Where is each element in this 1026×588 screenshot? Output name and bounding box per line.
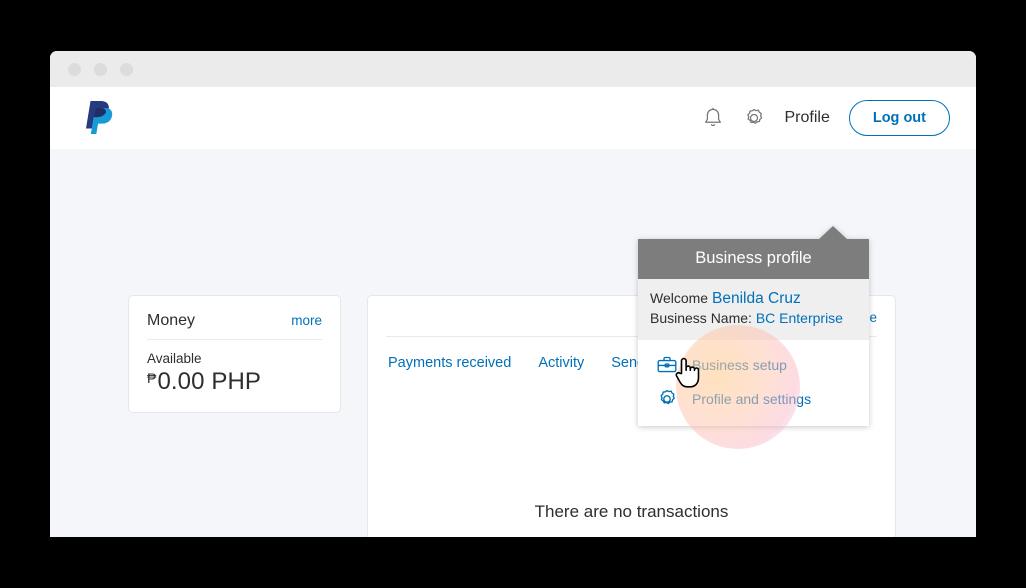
business-profile-dropdown: Business profile Welcome Benilda Cruz Bu… xyxy=(638,226,869,426)
available-balance-label: Available xyxy=(147,351,202,366)
dropdown-caret-icon xyxy=(818,226,848,240)
site-header: Profile Log out xyxy=(50,87,976,149)
paypal-logo-icon[interactable] xyxy=(80,98,114,138)
profile-menu-label[interactable]: Profile xyxy=(784,109,829,127)
window-minimize-dot[interactable] xyxy=(94,62,107,76)
welcome-prefix: Welcome xyxy=(650,290,709,306)
menu-item-profile-and-settings[interactable]: Profile and settings xyxy=(638,382,869,416)
logout-button[interactable]: Log out xyxy=(848,99,950,137)
window-maximize-dot[interactable] xyxy=(120,62,133,76)
window-close-dot[interactable] xyxy=(68,62,81,76)
dropdown-user-info: Welcome Benilda Cruz Business Name: BC E… xyxy=(638,279,869,340)
gear-icon xyxy=(656,388,678,410)
page-body: Money more Available ₱0.00 PHP e Payment… xyxy=(50,149,976,537)
balance-value: 0.00 PHP xyxy=(157,368,261,395)
money-card-header: Money more xyxy=(147,312,322,340)
business-name-label: Business Name: xyxy=(650,310,752,327)
menu-item-business-setup[interactable]: Business setup xyxy=(638,348,869,382)
welcome-user-name[interactable]: Benilda Cruz xyxy=(712,290,801,307)
menu-item-business-setup-label: Business setup xyxy=(692,356,787,373)
tab-payments-received[interactable]: Payments received xyxy=(388,355,511,371)
briefcase-icon xyxy=(656,354,678,376)
business-name-value[interactable]: BC Enterprise xyxy=(756,310,843,326)
dropdown-menu: Business setup Profile and settings xyxy=(638,339,869,426)
transactions-more-link[interactable]: e xyxy=(869,310,877,325)
bell-icon[interactable] xyxy=(700,105,726,131)
business-name-line: Business Name: BC Enterprise xyxy=(650,309,857,328)
available-balance-amount: ₱0.00 PHP xyxy=(147,368,322,396)
money-more-link[interactable]: more xyxy=(291,313,322,328)
gear-icon[interactable] xyxy=(741,105,767,131)
browser-window: Profile Log out Money more Available ₱0.… xyxy=(50,51,976,537)
dropdown-title: Business profile xyxy=(638,239,869,279)
currency-symbol: ₱ xyxy=(147,370,157,386)
welcome-line: Welcome Benilda Cruz xyxy=(650,288,857,309)
tab-activity[interactable]: Activity xyxy=(538,355,584,371)
header-actions: Profile Log out xyxy=(700,99,950,137)
window-titlebar xyxy=(50,51,976,87)
menu-item-profile-and-settings-label: Profile and settings xyxy=(692,390,812,407)
empty-transactions-message: There are no transactions xyxy=(534,502,729,521)
money-card-title: Money xyxy=(147,312,196,329)
money-card: Money more Available ₱0.00 PHP xyxy=(128,295,341,413)
